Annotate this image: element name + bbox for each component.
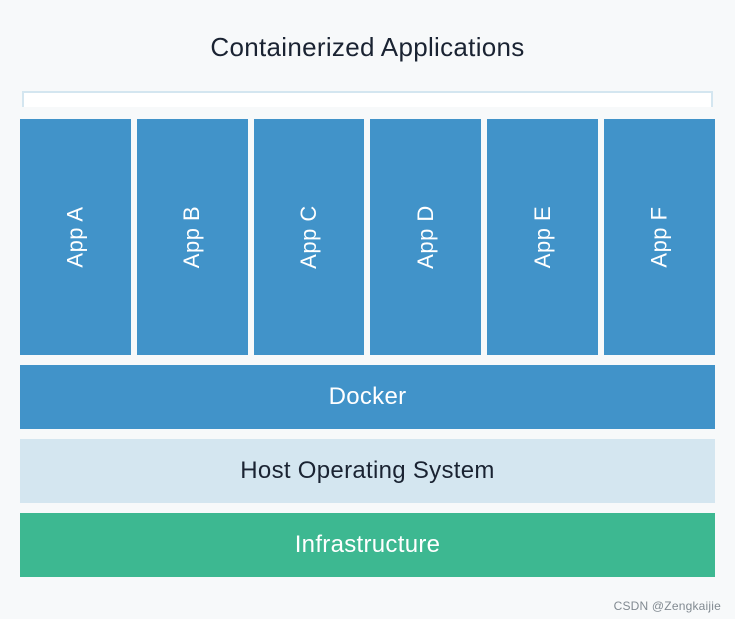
watermark: CSDN @Zengkaijie (614, 599, 721, 613)
layer-infra-label: Infrastructure (295, 531, 441, 559)
apps-row: App A App B App C App D App E App F (20, 119, 715, 355)
layer-infrastructure: Infrastructure (20, 513, 715, 577)
app-label: App B (179, 206, 205, 268)
layer-docker-label: Docker (329, 383, 407, 411)
app-box-e: App E (487, 119, 598, 355)
layer-host-label: Host Operating System (240, 457, 494, 485)
diagram-title: Containerized Applications (20, 32, 715, 63)
app-label: App D (413, 205, 439, 269)
layer-docker: Docker (20, 365, 715, 429)
app-box-c: App C (254, 119, 365, 355)
app-label: App E (530, 206, 556, 268)
app-box-f: App F (604, 119, 715, 355)
app-box-b: App B (137, 119, 248, 355)
diagram-container: Containerized Applications App A App B A… (0, 0, 735, 597)
app-label: App A (62, 206, 88, 267)
app-box-a: App A (20, 119, 131, 355)
app-box-d: App D (370, 119, 481, 355)
app-label: App F (647, 206, 673, 267)
app-label: App C (296, 205, 322, 269)
top-bracket (22, 91, 713, 107)
layer-host-os: Host Operating System (20, 439, 715, 503)
